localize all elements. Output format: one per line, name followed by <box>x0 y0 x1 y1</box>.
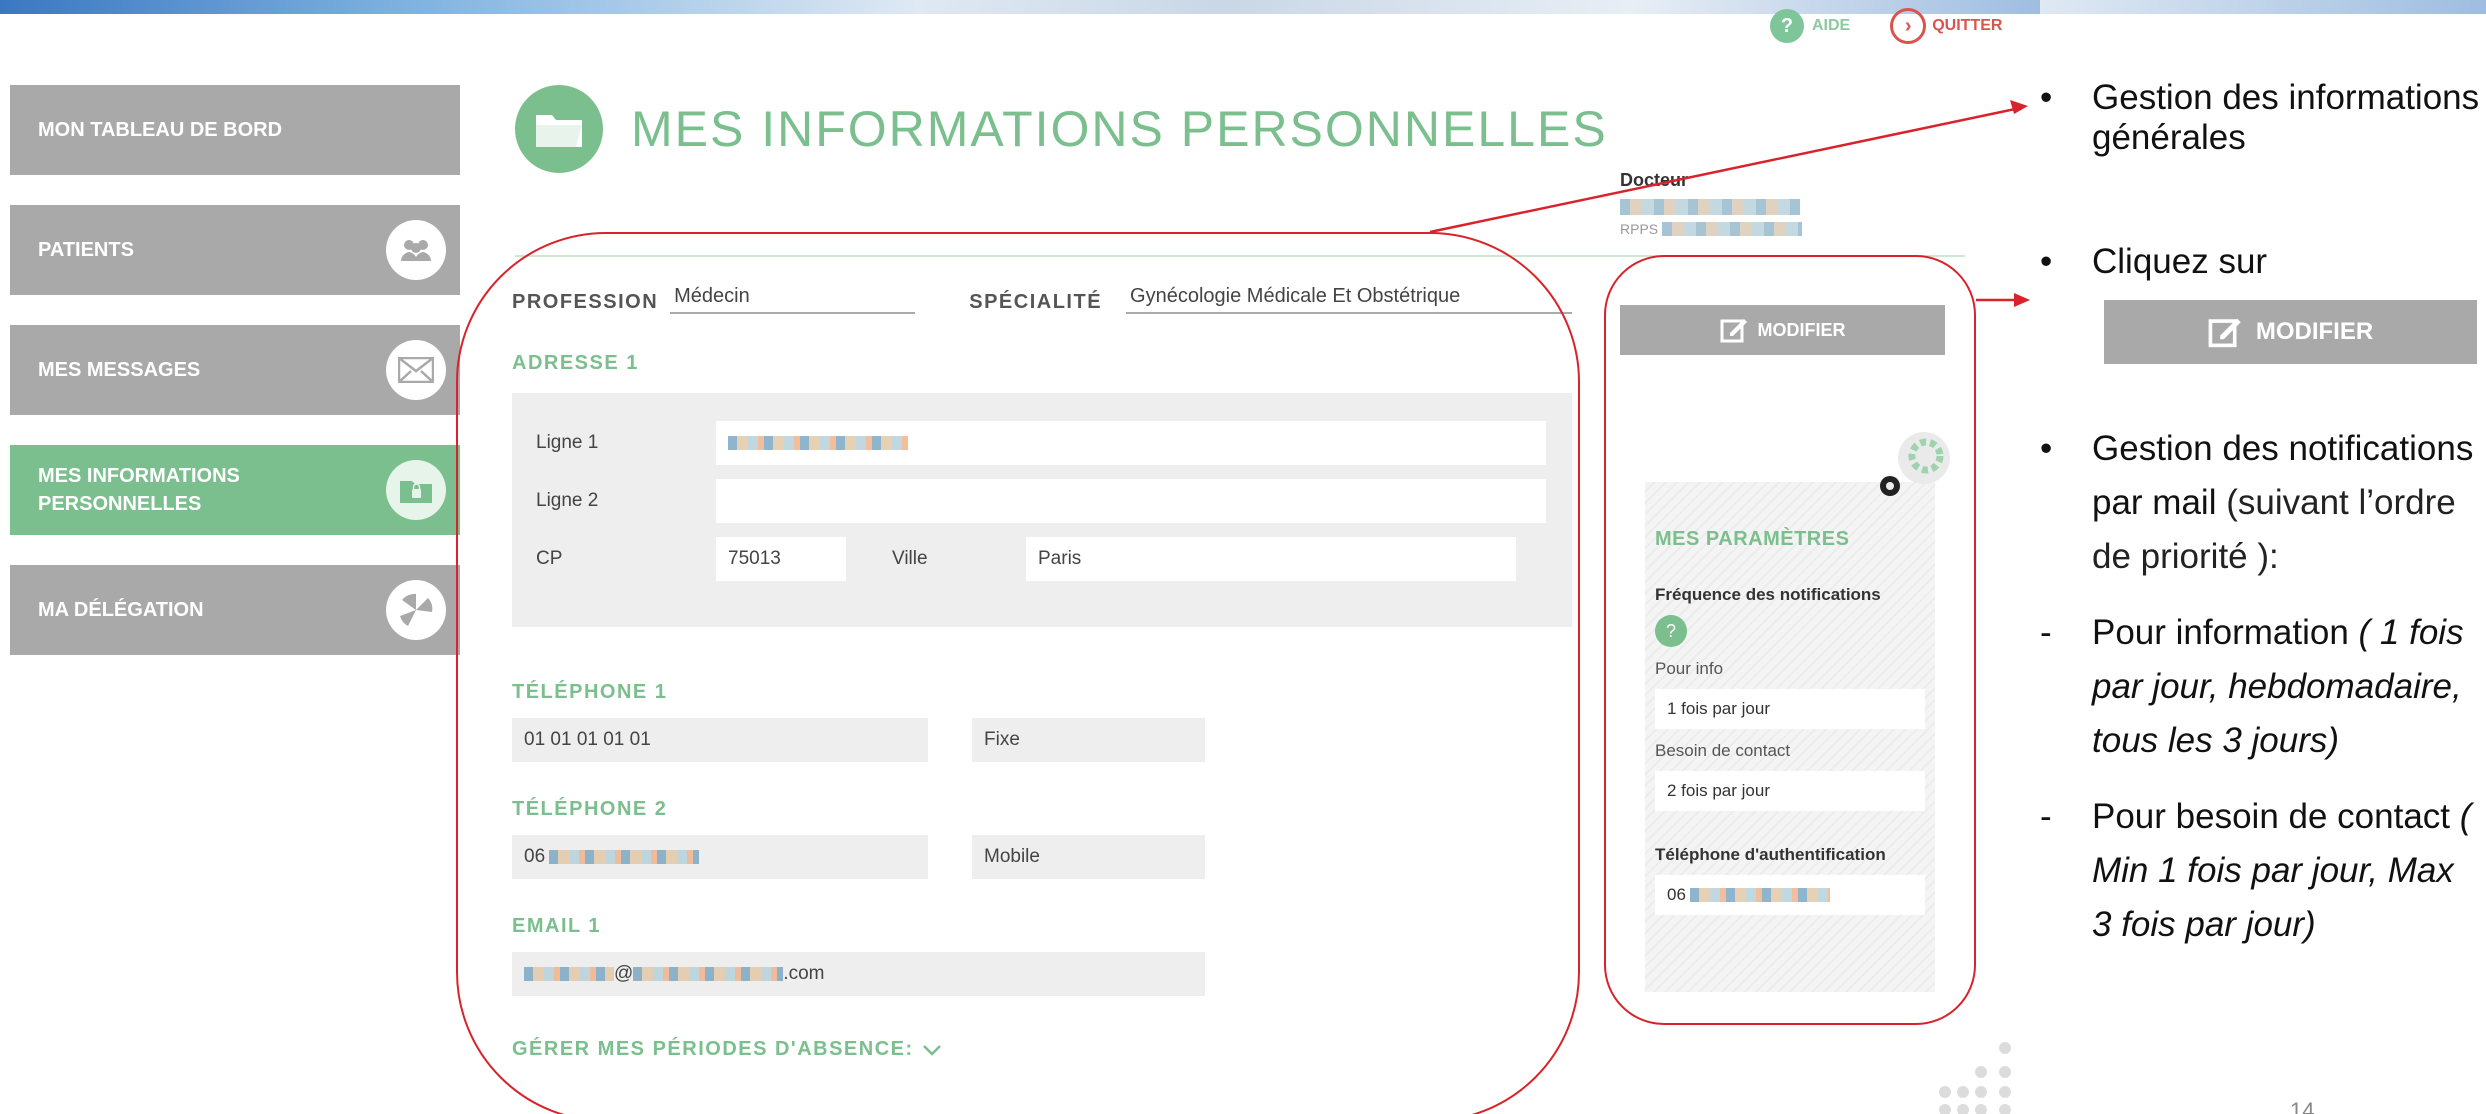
note-click: • Cliquez sur <box>2040 242 2268 281</box>
edit-icon <box>2208 318 2241 348</box>
note-click-text: Cliquez sur <box>2092 242 2268 281</box>
modify-illustration-label: MODIFIER <box>2255 318 2374 345</box>
note-information-bold: Pour information <box>2092 613 2349 652</box>
instructions: • Gestion des informations générales • C… <box>2040 78 2480 952</box>
modify-button-illustration: MODIFIER <box>2104 300 2477 364</box>
page-number: 14 <box>2290 1098 2315 1114</box>
decorative-dots <box>1939 1042 2011 1114</box>
note-contact: - Pour besoin de contact ( Min 1 fois pa… <box>2040 797 2472 944</box>
note-notifications: • Gestion des notifications par mail (su… <box>2040 429 2474 576</box>
note-general-text: Gestion des informations générales <box>2092 78 2480 157</box>
note-information: - Pour information ( 1 fois par jour, he… <box>2040 613 2464 760</box>
note-contact-bold: Pour besoin de contact <box>2092 797 2451 836</box>
note-general: • Gestion des informations générales <box>2040 78 2480 157</box>
